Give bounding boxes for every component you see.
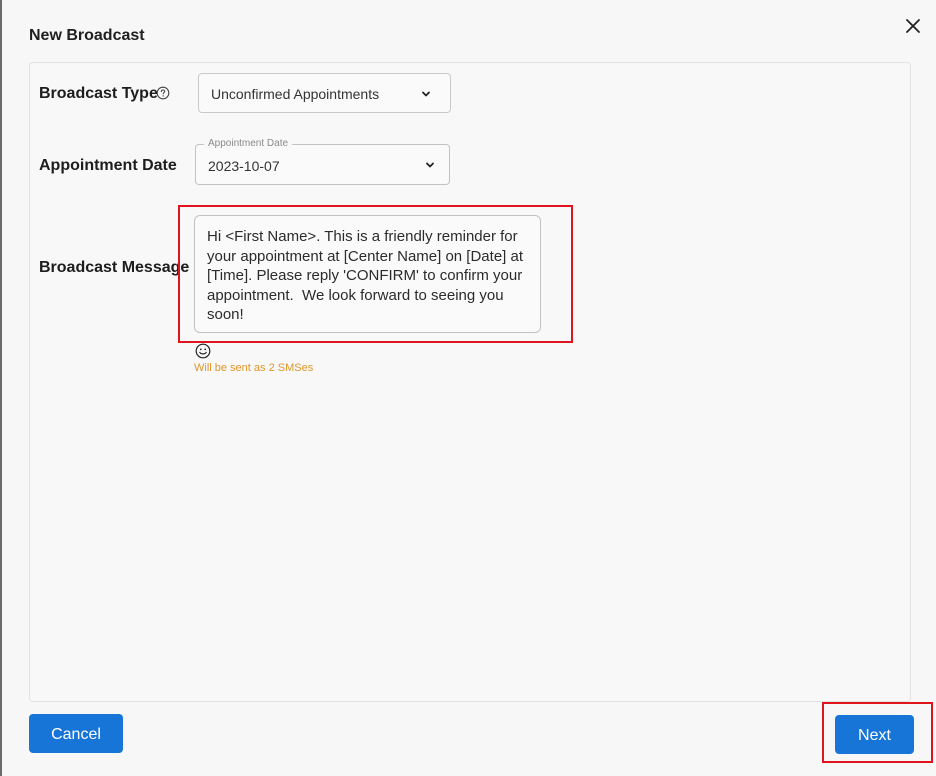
chevron-down-icon bbox=[424, 159, 436, 171]
broadcast-message-textarea[interactable]: Hi <First Name>. This is a friendly remi… bbox=[194, 215, 541, 333]
dialog-title: New Broadcast bbox=[29, 27, 145, 44]
appointment-date-legend: Appointment Date bbox=[204, 138, 293, 149]
broadcast-message-label: Broadcast Message bbox=[39, 259, 190, 276]
broadcast-type-value: Unconfirmed Appointments bbox=[211, 86, 380, 102]
appointment-date-label: Appointment Date bbox=[39, 157, 177, 174]
broadcast-type-label: Broadcast Type bbox=[39, 85, 158, 102]
help-icon[interactable] bbox=[156, 86, 170, 100]
close-icon bbox=[906, 19, 920, 33]
sms-count-note: Will be sent as 2 SMSes bbox=[194, 362, 314, 374]
smiley-icon bbox=[195, 343, 211, 359]
chevron-down-icon bbox=[420, 88, 432, 100]
window-edge bbox=[0, 0, 2, 776]
appointment-date-value: 2023-10-07 bbox=[208, 158, 280, 174]
next-button[interactable]: Next bbox=[835, 715, 914, 754]
appointment-date-select[interactable]: Appointment Date 2023-10-07 bbox=[195, 138, 450, 185]
emoji-button[interactable] bbox=[195, 343, 211, 359]
close-button[interactable] bbox=[902, 15, 924, 37]
cancel-button[interactable]: Cancel bbox=[29, 714, 123, 753]
broadcast-type-select[interactable]: Unconfirmed Appointments bbox=[198, 73, 451, 113]
